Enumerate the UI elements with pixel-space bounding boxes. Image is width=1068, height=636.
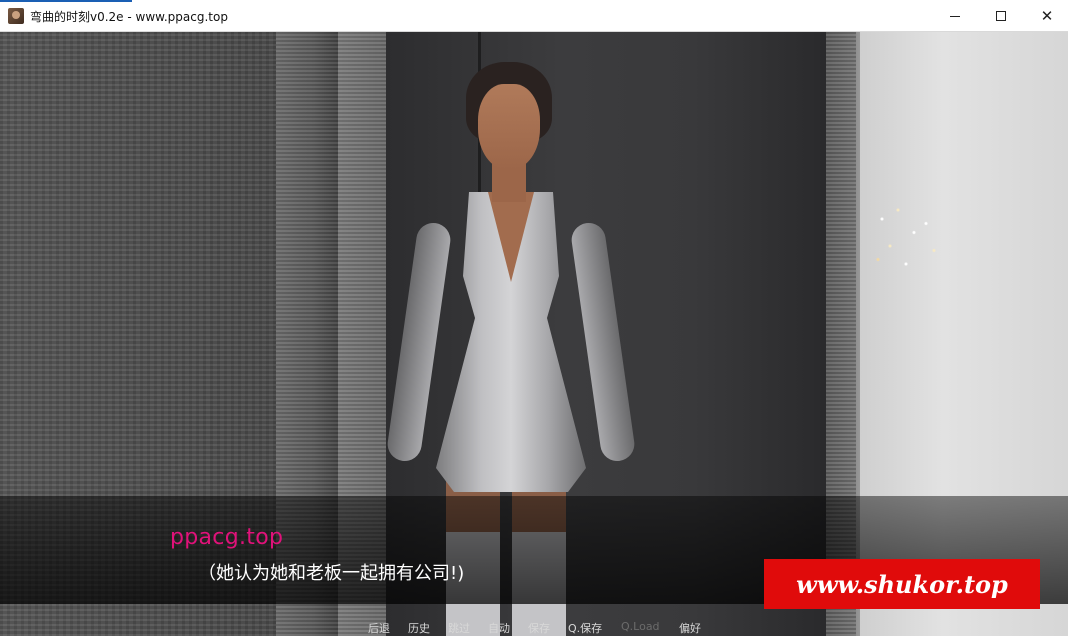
character-right-arm bbox=[569, 220, 637, 464]
minimize-icon bbox=[950, 15, 960, 17]
speaker-name: ppacg.top bbox=[170, 525, 284, 550]
close-button[interactable]: ✕ bbox=[1024, 0, 1068, 32]
light-sparkles bbox=[866, 192, 946, 282]
quick-menu-skip[interactable]: 跳过 bbox=[448, 620, 470, 636]
taskbar-highlight bbox=[0, 0, 132, 2]
quick-menu-save[interactable]: 保存 bbox=[528, 620, 550, 636]
maximize-icon bbox=[996, 11, 1006, 21]
quick-menu: 后退 历史 跳过 自动 保存 Q.保存 Q.Load 偏好 bbox=[0, 620, 1068, 636]
minimize-button[interactable] bbox=[932, 0, 978, 32]
game-portrait-icon bbox=[8, 8, 24, 24]
quick-menu-preferences[interactable]: 偏好 bbox=[679, 620, 701, 636]
character-left-arm bbox=[385, 220, 453, 464]
quick-menu-quick-save[interactable]: Q.保存 bbox=[568, 620, 602, 636]
window-titlebar[interactable]: 弯曲的时刻v0.2e - www.ppacg.top ✕ bbox=[0, 0, 1068, 32]
quick-menu-quick-load[interactable]: Q.Load bbox=[621, 620, 660, 633]
dialogue-text: （她认为她和老板一起拥有公司!) bbox=[198, 563, 465, 584]
quick-menu-history[interactable]: 历史 bbox=[408, 620, 430, 636]
quick-menu-auto[interactable]: 自动 bbox=[488, 620, 510, 636]
watermark-banner: www.shukor.top bbox=[764, 559, 1040, 609]
window-title: 弯曲的时刻v0.2e - www.ppacg.top bbox=[30, 10, 228, 24]
watermark-text: www.shukor.top bbox=[796, 569, 1008, 599]
character-face bbox=[478, 84, 540, 170]
maximize-button[interactable] bbox=[978, 0, 1024, 32]
close-icon: ✕ bbox=[1040, 7, 1054, 25]
quick-menu-back[interactable]: 后退 bbox=[368, 620, 390, 636]
